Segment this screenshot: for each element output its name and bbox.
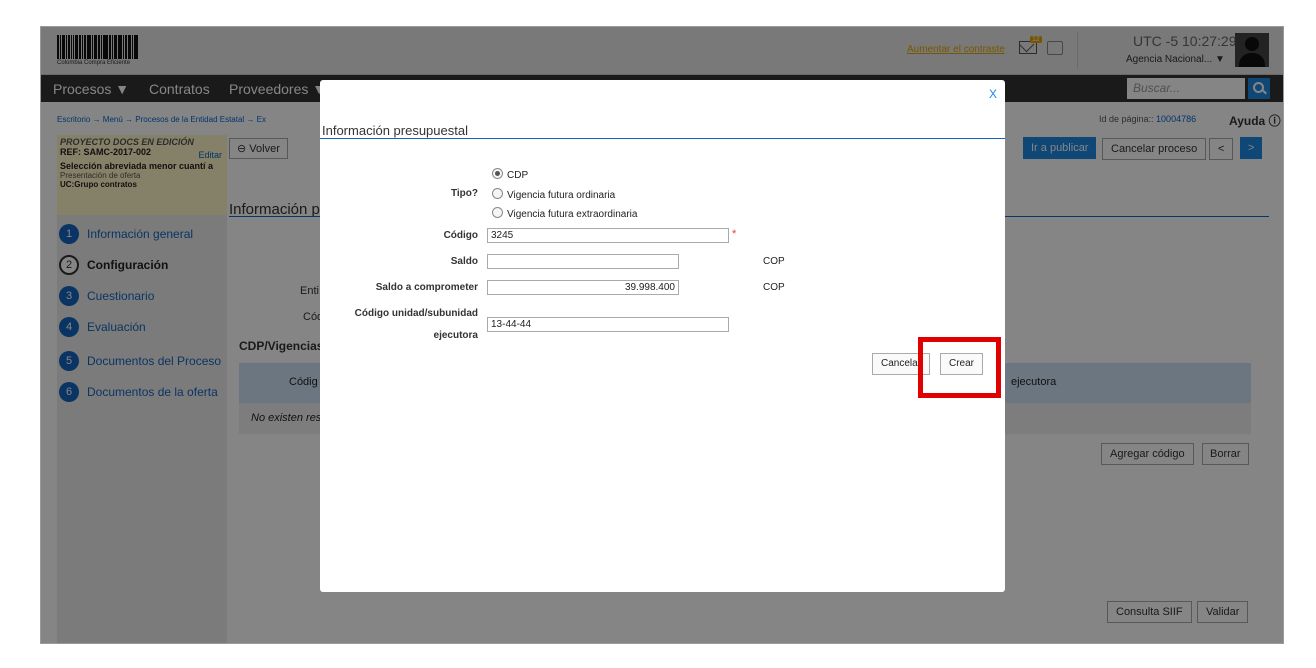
- unidad-label: Código unidad/subunidad: [354, 308, 478, 319]
- saldo-input[interactable]: [487, 254, 679, 269]
- radio-cdp[interactable]: CDP: [492, 168, 528, 181]
- unidad-label-2: ejecutora: [433, 330, 478, 341]
- codigo-label: Código: [443, 230, 478, 241]
- comprometer-label: Saldo a comprometer: [375, 282, 478, 293]
- radio-label: Vigencia futura ordinaria: [507, 190, 616, 201]
- radio-vigencia-extraordinaria[interactable]: Vigencia futura extraordinaria: [492, 207, 637, 220]
- highlight-box: [918, 337, 1001, 398]
- radio-label: Vigencia futura extraordinaria: [507, 209, 638, 220]
- modal-title-divider: [320, 138, 1005, 139]
- saldo-currency: COP: [763, 256, 785, 267]
- radio-selected-icon: [492, 168, 503, 179]
- close-icon[interactable]: X: [989, 87, 997, 101]
- budget-info-modal: X Información presupuestal Tipo? CDP Vig…: [320, 80, 1005, 592]
- modal-title: Información presupuestal: [322, 123, 468, 138]
- tipo-label: Tipo?: [450, 188, 478, 199]
- radio-vigencia-ordinaria[interactable]: Vigencia futura ordinaria: [492, 188, 615, 201]
- radio-icon: [492, 188, 503, 199]
- radio-label: CDP: [507, 170, 529, 181]
- saldo-label: Saldo: [450, 256, 478, 267]
- comprometer-input[interactable]: 39.998.400: [487, 280, 679, 295]
- required-marker: *: [732, 228, 737, 240]
- radio-icon: [492, 207, 503, 218]
- codigo-input[interactable]: 3245: [487, 228, 729, 243]
- comprometer-currency: COP: [763, 282, 785, 293]
- unidad-input[interactable]: 13-44-44: [487, 317, 729, 332]
